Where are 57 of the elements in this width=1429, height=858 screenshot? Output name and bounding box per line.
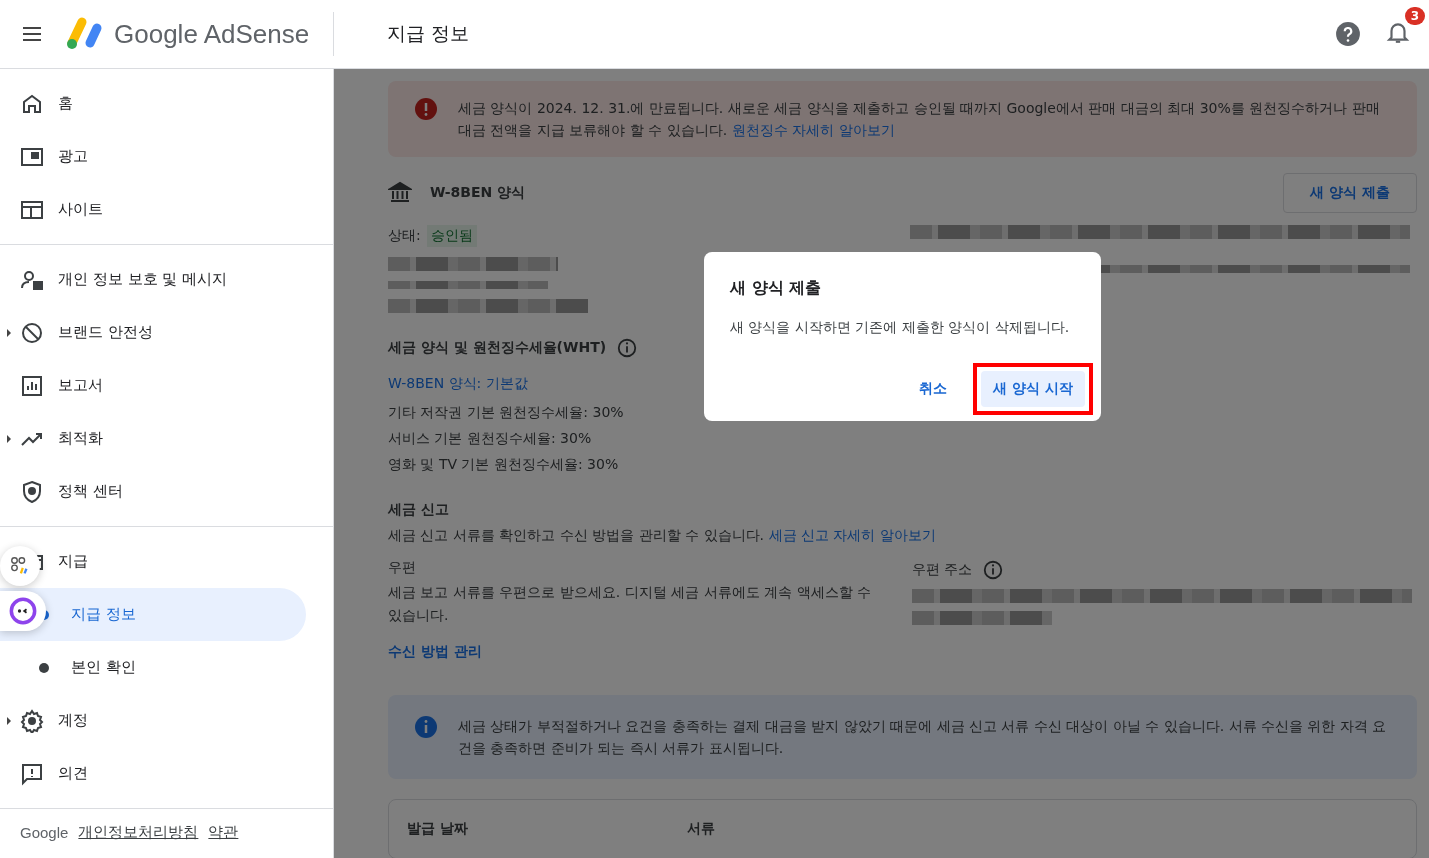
page-title: 지급 정보	[387, 21, 470, 46]
nav-item[interactable]: 정책 센터	[0, 465, 306, 518]
expand-arrow-icon[interactable]	[7, 328, 11, 337]
info-filled-icon	[414, 715, 438, 739]
mail-description: 세금 보고 서류를 우편으로 받으세요. 디지털 세금 서류에도 계속 액세스할 수 있습니다.	[388, 583, 872, 625]
column-header: 발급 날짜	[407, 820, 469, 838]
nav-icon	[20, 373, 44, 398]
footer-link[interactable]: 개인정보처리방침	[78, 823, 199, 842]
dialog-title: 새 양식 제출	[730, 278, 823, 299]
nav-item[interactable]: 보고서	[0, 359, 306, 412]
nav-item[interactable]: 개인 정보 보호 및 메시지	[0, 253, 306, 306]
rate-text: 서비스 기본 원천징수세율: 30%	[388, 429, 593, 448]
rate-text: 영화 및 TV 기본 원천징수세율: 30%	[388, 455, 620, 474]
nav-icon	[20, 708, 44, 733]
section-title: 세금 신고	[388, 501, 450, 519]
address-label: 우편 주소	[912, 561, 973, 579]
floating-assistant-menu[interactable]	[0, 591, 46, 631]
nav-item[interactable]: 계정	[0, 694, 306, 747]
expand-arrow-icon[interactable]	[7, 434, 11, 443]
nav-item[interactable]: 지급 정보	[0, 588, 306, 641]
nav-icon	[20, 320, 44, 345]
dialog-button[interactable]: 새 양식 시작	[981, 371, 1085, 407]
column-header: 서류	[687, 820, 716, 838]
bank-icon	[388, 181, 412, 205]
floating-apps-menu[interactable]	[0, 546, 40, 586]
nav-icon	[20, 479, 44, 504]
tax-docs-description: 세금 신고 서류를 확인하고 수신 방법을 관리할 수 있습니다. 세금 신고 자세히 알아보기	[388, 527, 937, 545]
nav-item[interactable]: 의견	[0, 747, 306, 800]
nav-item[interactable]: 사이트	[0, 183, 306, 236]
notification-badge: 3	[1404, 7, 1425, 25]
footer-brand: Google	[20, 824, 69, 841]
nav-item[interactable]: 홈	[0, 77, 306, 130]
assistant-face-icon	[9, 597, 37, 625]
dialog-button[interactable]: 취소	[907, 371, 960, 407]
info-icon[interactable]	[616, 337, 639, 359]
logo-text: Google AdSense	[114, 18, 310, 50]
section-title: 세금 양식 및 원천징수세율(WHT)	[388, 339, 607, 357]
nav-icon	[20, 761, 44, 786]
nav-item[interactable]: 광고	[0, 130, 306, 183]
help-icon[interactable]	[1335, 21, 1361, 47]
logo-icon	[64, 16, 104, 52]
mail-label: 우편	[388, 559, 417, 577]
nav-item[interactable]: 본인 확인	[0, 641, 306, 694]
warning-text: 세금 양식이 2024. 12. 31.에 만료됩니다. 새로운 세금 양식을 제출하고 승인될 때까지 Google에서 판매 대금의 최대 30%를 원천징수하거나 판매 대금 전액을 지급 보류해야 할 수 있습니다. 원천징수 자세히 알아보기	[458, 99, 1381, 140]
bullet-icon	[39, 662, 49, 673]
nav-item[interactable]: 브랜드 안전성	[0, 306, 306, 359]
info-text: 세금 상태가 부적절하거나 요건을 충족하는 결제 대금을 받지 않았기 때문에 세금 신고 서류 수신 대상이 아닐 수 있습니다. 서류 수신을 위한 자격 요건을 충족하면 준비가 되는 즉시 서류가 표시됩니다.	[458, 717, 1388, 758]
rate-text: 기타 저작권 기본 원천징수세율: 30%	[388, 403, 625, 422]
status-label: 상태:	[388, 227, 421, 245]
dialog-message: 새 양식을 시작하면 기존에 제출한 양식이 삭제됩니다.	[730, 319, 1071, 337]
error-icon	[414, 97, 438, 121]
form-title: W-8BEN 양식	[430, 184, 526, 202]
expand-arrow-icon[interactable]	[7, 716, 11, 725]
nav-item[interactable]: 최적화	[0, 412, 306, 465]
status-chip: 승인됨	[426, 225, 477, 247]
footer-link[interactable]: 약관	[208, 823, 239, 842]
info-icon[interactable]	[982, 559, 1005, 581]
